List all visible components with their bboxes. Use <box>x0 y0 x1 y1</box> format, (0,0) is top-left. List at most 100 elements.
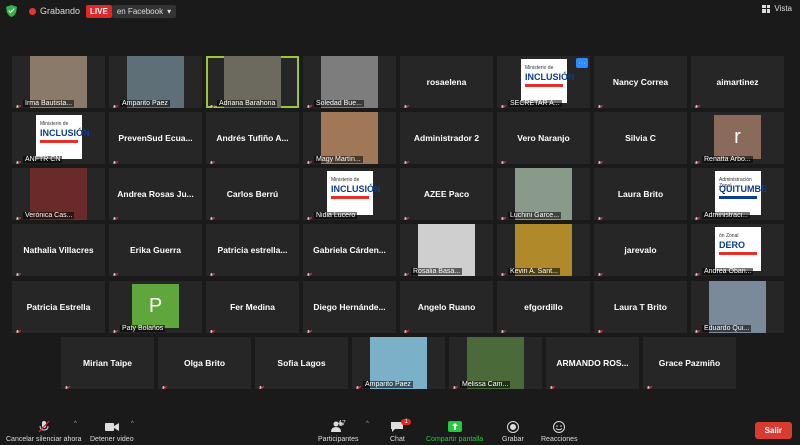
mute-label: Cancelar silenciar ahora <box>6 436 82 443</box>
participant-tile[interactable]: ARMANDO ROS... <box>546 337 639 389</box>
participant-tile[interactable]: Angelo Ruano <box>400 281 493 333</box>
shield-icon[interactable] <box>6 5 17 17</box>
microphone-muted-icon <box>111 99 119 108</box>
organization-logo-image: ón Zonal DERO <box>715 227 761 271</box>
participant-tile[interactable]: Andrés Tufiño A... <box>206 112 299 164</box>
participant-tile[interactable]: Soledad Bue... <box>303 56 396 108</box>
microphone-muted-icon <box>63 380 71 389</box>
share-screen-label: Compartir pantalla <box>426 436 484 443</box>
grid-view-icon <box>762 4 771 13</box>
participant-tile[interactable]: Carlos Berrú <box>206 168 299 220</box>
participant-tile[interactable]: Sofia Lagos <box>255 337 348 389</box>
participant-name: rosaelena <box>426 77 467 87</box>
mute-options-chevron-icon[interactable]: ^ <box>74 421 77 427</box>
logo-wordmark: DERO <box>719 240 746 250</box>
participant-tile[interactable]: Laura Brito <box>594 168 687 220</box>
participant-tile[interactable]: r Renatta Arbo... <box>691 112 784 164</box>
microphone-muted-icon <box>354 380 362 389</box>
microphone-muted-icon <box>305 211 313 220</box>
participant-tile[interactable]: Eduardo Qui... <box>691 281 784 333</box>
participant-tile[interactable]: Luchini Garce... <box>497 168 590 220</box>
chat-unread-badge: 1 <box>401 419 411 425</box>
participant-tile[interactable]: Erika Guerra <box>109 224 202 276</box>
participant-tile[interactable]: Adriana Barahona <box>206 56 299 108</box>
participants-button[interactable]: 47 Participantes <box>318 420 358 443</box>
participant-tile[interactable]: P Paty Bolaños <box>109 281 202 333</box>
microphone-muted-icon <box>499 267 507 276</box>
participant-tile[interactable]: Silvia C <box>594 112 687 164</box>
participant-name: Vero Naranjo <box>517 133 570 143</box>
more-options-button[interactable]: ··· <box>576 58 588 68</box>
participant-tile[interactable]: Ministerio de INCLUSIÓN SECRETAR A... ··· <box>497 56 590 108</box>
reactions-button[interactable]: Reacciones <box>541 421 578 443</box>
participant-tile[interactable]: rosaelena <box>400 56 493 108</box>
live-destination-dropdown[interactable]: en Facebook ▾ <box>111 4 177 18</box>
participant-tile[interactable]: Grace Pazmiño <box>643 337 736 389</box>
participant-name: Patricia estrella... <box>217 245 288 255</box>
microphone-muted-icon <box>208 155 216 164</box>
microphone-muted-icon <box>596 155 604 164</box>
participant-tile[interactable]: Patricia Estrella <box>12 281 105 333</box>
participant-tile[interactable]: Administración Zonal QUITUMBE Administraci… <box>691 168 784 220</box>
microphone-muted-icon <box>305 267 313 276</box>
participant-tile[interactable]: AZEE Paco <box>400 168 493 220</box>
microphone-muted-icon <box>14 155 22 164</box>
participant-tile[interactable]: Fer Medina <box>206 281 299 333</box>
chat-button[interactable]: 1 Chat <box>390 419 411 443</box>
participant-tile[interactable]: Ministerio de INCLUSIÓN Nidia Lucero <box>303 168 396 220</box>
participant-tile[interactable]: Rosalia Basa... <box>400 224 493 276</box>
video-camera-icon <box>104 423 119 431</box>
participant-name: Irma Bautista... <box>23 100 75 107</box>
participant-tile[interactable]: Patricia estrella... <box>206 224 299 276</box>
participant-name: Olga Brito <box>183 358 226 368</box>
participant-tile[interactable]: Mirian Taipe <box>61 337 154 389</box>
leave-meeting-button[interactable]: Salir <box>754 422 792 439</box>
participant-tile[interactable]: PrevenSud Ecua... <box>109 112 202 164</box>
view-button[interactable]: Vista <box>762 4 792 13</box>
participant-tile[interactable]: Olga Brito <box>158 337 251 389</box>
microphone-muted-icon <box>38 421 50 433</box>
organization-logo-image: Ministerio de INCLUSIÓN <box>327 171 381 215</box>
participant-name: SECRETAR A... <box>508 100 562 107</box>
participant-tile[interactable]: Diego Hernánde... <box>303 281 396 333</box>
logo-stripe <box>525 84 563 87</box>
logo-caption: ón Zonal <box>719 233 739 239</box>
participant-name: Magy Martín... <box>314 156 363 163</box>
participant-name: Adriana Barahona <box>217 100 278 107</box>
organization-logo-image: Administración Zonal QUITUMBE <box>715 171 767 215</box>
participant-name: ANFTR CN <box>23 156 63 163</box>
participant-tile[interactable]: Laura T Brito <box>594 281 687 333</box>
participant-tile[interactable]: efgordillo <box>497 281 590 333</box>
microphone-muted-icon <box>402 211 410 220</box>
participant-tile[interactable]: Amparito Paez <box>109 56 202 108</box>
microphone-muted-icon <box>693 211 701 220</box>
participant-tile[interactable]: Nathalia Villacres <box>12 224 105 276</box>
video-options-chevron-icon[interactable]: ^ <box>131 421 134 427</box>
participant-tile[interactable]: Magy Martín... <box>303 112 396 164</box>
participant-tile[interactable]: Ministerio de INCLUSIÓN ANFTR CN <box>12 112 105 164</box>
participants-options-chevron-icon[interactable]: ^ <box>366 421 369 427</box>
participant-tile[interactable]: aimartinez <box>691 56 784 108</box>
participant-name: Mirian Taipe <box>83 358 132 368</box>
participant-tile[interactable]: Melissa Cam... <box>449 337 542 389</box>
participant-name: Renatta Arbo... <box>702 156 753 163</box>
participant-tile[interactable]: Administrador 2 <box>400 112 493 164</box>
share-screen-button[interactable]: Compartir pantalla <box>426 421 483 443</box>
participant-tile[interactable]: Irma Bautista... <box>12 56 105 108</box>
participant-tile[interactable]: Gabriela Cárden... <box>303 224 396 276</box>
participant-tile[interactable]: Verónica Cas... <box>12 168 105 220</box>
participant-tile[interactable]: ón Zonal DERO Andrea Oban... <box>691 224 784 276</box>
microphone-muted-icon <box>208 267 216 276</box>
participant-tile[interactable]: Vero Naranjo <box>497 112 590 164</box>
participant-tile[interactable]: Amparito Paez <box>352 337 445 389</box>
record-button[interactable]: Grabar <box>502 421 524 443</box>
top-bar: Grabando LIVE en Facebook ▾ Vista <box>0 0 800 22</box>
participant-tile[interactable]: Andrea Rosas Ju... <box>109 168 202 220</box>
participant-tile[interactable]: Nancy Correa <box>594 56 687 108</box>
participant-tile[interactable]: jarevalo <box>594 224 687 276</box>
participant-tile[interactable]: Kevin A. Sant... <box>497 224 590 276</box>
stop-video-button[interactable]: Detener video <box>90 421 134 443</box>
avatar: r <box>714 115 761 159</box>
participant-name: Andrea Oban... <box>702 268 754 275</box>
mute-button[interactable]: Cancelar silenciar ahora <box>6 421 81 443</box>
